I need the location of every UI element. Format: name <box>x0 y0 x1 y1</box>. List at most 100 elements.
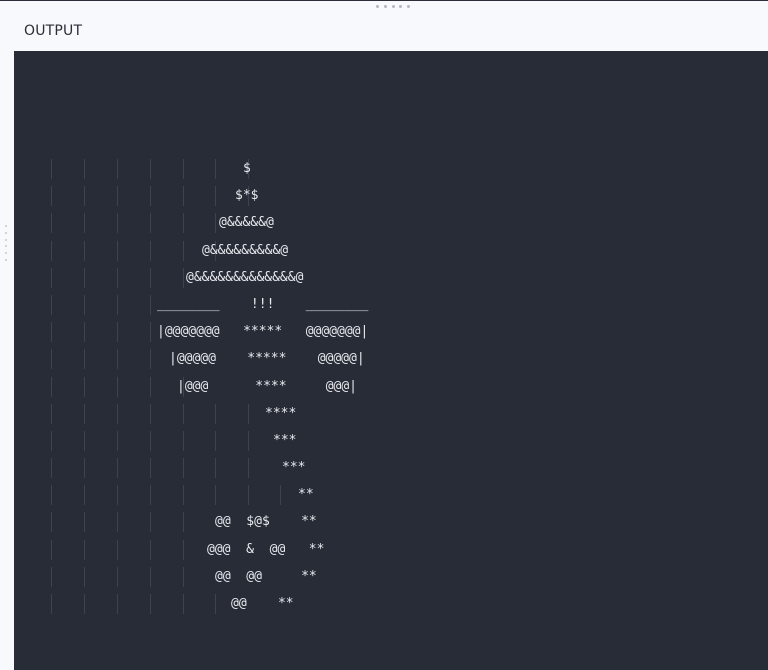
console-line-text: |@@@@@ ***** @@@@@| <box>169 351 365 367</box>
console-line-text: @@ ** <box>231 596 294 611</box>
indent-guide <box>51 159 52 179</box>
console-line-text: |@@@ **** @@@| <box>177 378 358 394</box>
indent-guide <box>51 294 52 315</box>
indent-guide <box>84 594 85 614</box>
console-line-text: @&&&&&@ <box>219 215 274 231</box>
indent-guide <box>117 267 118 288</box>
indent-guide <box>84 485 85 506</box>
indent-guide <box>183 186 184 207</box>
indent-guide <box>117 430 118 451</box>
indent-guide <box>215 186 216 207</box>
indent-guide <box>215 159 216 179</box>
console-line-text: @@ @@ ** <box>215 568 317 584</box>
indent-guide <box>150 267 151 288</box>
indent-guide <box>84 566 85 587</box>
grip-dot <box>5 252 7 255</box>
indent-guide <box>51 594 52 614</box>
indent-guide <box>183 594 184 614</box>
side-resize-handle[interactable] <box>5 225 9 261</box>
indent-guide <box>51 240 52 261</box>
indent-guide <box>183 159 184 179</box>
indent-guide <box>215 594 216 614</box>
console-line-text: $ <box>243 161 251 176</box>
indent-guide <box>150 159 151 179</box>
indent-guide <box>150 485 151 506</box>
indent-guide <box>84 539 85 560</box>
console-line-text: @&&&&&&&&&&&&&@ <box>186 269 304 285</box>
indent-guide <box>84 267 85 288</box>
indent-guide <box>183 267 184 288</box>
grip-dot <box>5 225 7 227</box>
indent-guide <box>117 240 118 261</box>
indent-guide <box>150 349 151 370</box>
indent-guide <box>84 186 85 207</box>
indent-guide <box>248 485 249 506</box>
indent-guide <box>248 458 249 479</box>
indent-guide <box>183 458 184 479</box>
indent-guide <box>150 430 151 451</box>
indent-guide <box>51 403 52 424</box>
indent-guide <box>117 159 118 179</box>
console-line-text: *** <box>282 460 306 476</box>
indent-guide <box>183 566 184 587</box>
console-line-text: **** <box>265 405 297 421</box>
indent-guide <box>51 539 52 560</box>
indent-guide <box>150 294 151 315</box>
grip-dot <box>5 245 7 248</box>
indent-guide <box>215 430 216 451</box>
panel-title: OUTPUT <box>24 23 83 39</box>
grip-dot <box>5 238 7 241</box>
indent-guide <box>183 485 184 506</box>
indent-guide <box>280 485 281 506</box>
indent-guide <box>51 512 52 533</box>
indent-guide <box>248 403 249 424</box>
grip-dot <box>5 231 7 234</box>
panel-resize-handle[interactable] <box>376 5 410 9</box>
indent-guide <box>51 267 52 288</box>
indent-guide <box>117 485 118 506</box>
indent-guide <box>215 485 216 506</box>
console-line-text: *** <box>273 432 297 448</box>
indent-guide <box>215 458 216 479</box>
indent-guide <box>84 430 85 451</box>
console-line-text: @@ $@$ ** <box>215 514 317 530</box>
indent-guide <box>84 240 85 261</box>
console-line-text: @@@ & @@ ** <box>207 541 325 557</box>
grip-dot <box>383 5 387 8</box>
grip-dot <box>5 258 7 261</box>
indent-guide <box>183 430 184 451</box>
indent-guide <box>117 566 118 587</box>
grip-dot <box>399 5 403 8</box>
console-line-text: ________ !!! ________ <box>157 296 369 312</box>
indent-guide <box>51 566 52 587</box>
console-line-text: |@@@@@@@ ***** @@@@@@@| <box>157 324 369 340</box>
indent-guide <box>84 403 85 424</box>
indent-guide <box>215 403 216 424</box>
indent-guide <box>117 458 118 479</box>
indent-guide <box>84 294 85 315</box>
indent-guide <box>150 240 151 261</box>
grip-dot <box>376 5 379 8</box>
indent-guide <box>84 512 85 533</box>
indent-guide <box>117 376 118 397</box>
console-output[interactable]: $ $*$ @&&&&&@ @&&&&&&&&&@ @&&&&&&&&&&&&&@ ___… <box>14 51 768 670</box>
indent-guide <box>183 512 184 533</box>
indent-guide <box>117 294 118 315</box>
indent-guide <box>183 240 184 261</box>
indent-guide <box>150 512 151 533</box>
indent-guide <box>51 430 52 451</box>
indent-guide <box>117 594 118 614</box>
indent-guide <box>150 186 151 207</box>
indent-guide <box>117 322 118 343</box>
indent-guide <box>150 376 151 397</box>
indent-guide <box>51 458 52 479</box>
indent-guide <box>183 213 184 234</box>
panel-top-border <box>0 0 768 1</box>
indent-guide <box>183 403 184 424</box>
grip-dot <box>391 5 395 8</box>
output-panel: OUTPUT $ $*$ @&&&&&@ @&&&&&&&&&@ @&&&&&&&&&&… <box>0 0 768 670</box>
indent-guide <box>51 186 52 207</box>
indent-guide <box>117 186 118 207</box>
indent-guide <box>215 213 216 234</box>
indent-guide <box>51 376 52 397</box>
